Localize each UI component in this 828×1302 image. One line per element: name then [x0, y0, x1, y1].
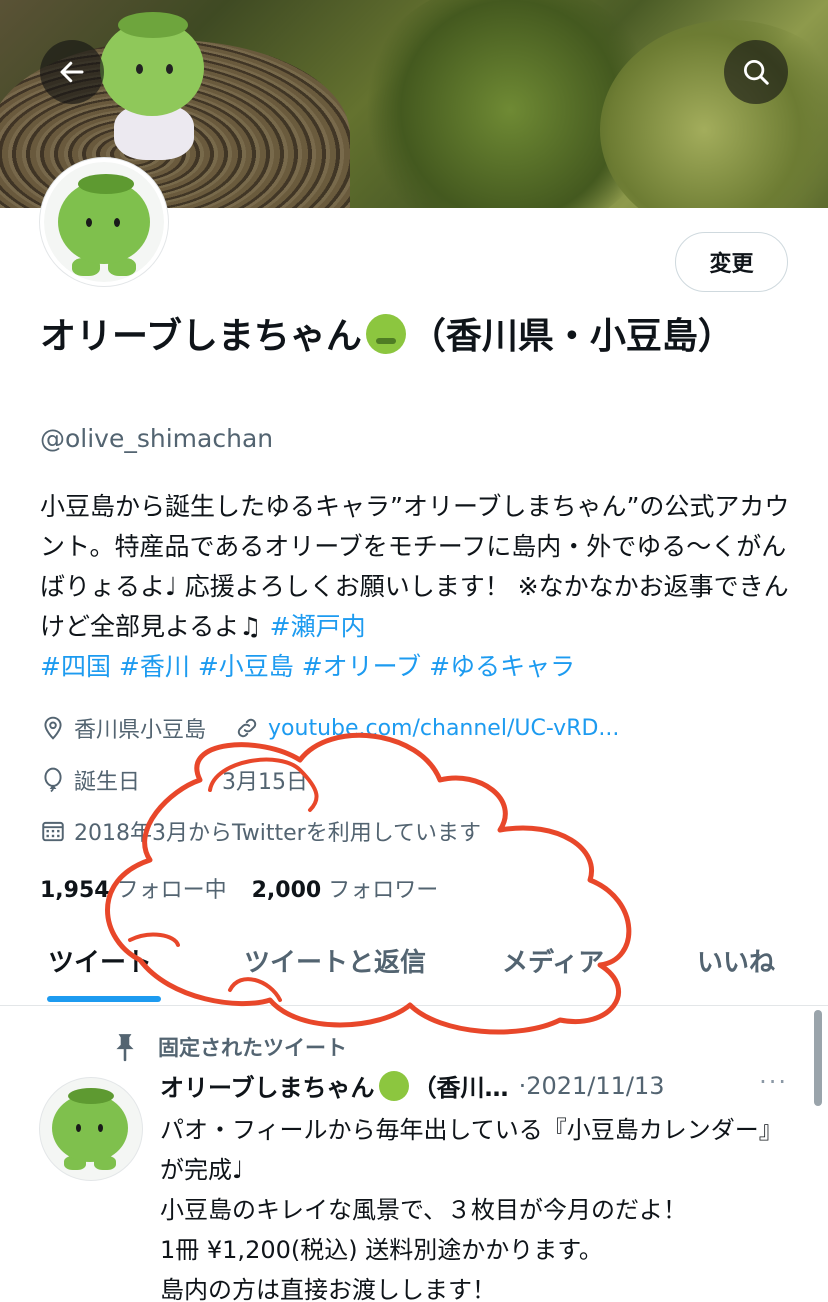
tweet-author-avatar[interactable] — [40, 1078, 142, 1180]
nauseated-face-emoji-icon — [365, 314, 406, 354]
profile-display-name: オリーブしまちゃん （香川県・小豆島） — [40, 312, 800, 362]
profile-bio: 小豆島から誕生したゆるキャラ”オリーブしまちゃん”の公式アカウント。特産品である… — [40, 487, 792, 687]
birthday-value: 3月15日 — [222, 770, 309, 795]
followers-count: 2,000 — [251, 878, 322, 903]
balloon-icon — [40, 767, 66, 793]
tab-media[interactable]: メディア — [502, 942, 604, 979]
tab-tweets[interactable]: ツイート — [48, 942, 152, 979]
mascot-avatar-image — [44, 162, 164, 282]
followers-link[interactable]: 2,000 フォロワー — [252, 878, 439, 903]
location-pin-icon — [40, 715, 66, 741]
tab-likes[interactable]: いいね — [697, 942, 775, 979]
following-link[interactable]: 1,954 フォロー中 — [40, 878, 227, 903]
hashtag-link[interactable]: #オリーブ — [302, 652, 421, 681]
tweet-author-name[interactable]: オリーブしまちゃん — [160, 1068, 375, 1103]
tweet-author-suffix[interactable]: （香川… — [413, 1068, 509, 1103]
more-options-icon[interactable]: ··· — [759, 1068, 788, 1096]
following-count: 1,954 — [40, 878, 110, 903]
link-icon — [234, 715, 260, 741]
profile-avatar[interactable] — [40, 158, 168, 286]
arrow-left-icon — [60, 61, 84, 83]
banner-mascot — [94, 12, 214, 162]
joined-date: 2018年3月からTwitterを利用しています — [74, 821, 482, 846]
display-name-suffix: （香川県・小豆島） — [409, 316, 734, 357]
display-name-text: オリーブしまちゃん — [40, 316, 362, 357]
follow-stats: 1,954 フォロー中 2,000 フォロワー — [40, 872, 438, 904]
search-icon — [744, 60, 769, 85]
nauseated-face-emoji-icon — [378, 1070, 409, 1101]
birthday-label: 誕生日 — [74, 770, 141, 795]
hashtag-link[interactable]: #香川 — [119, 652, 190, 681]
profile-url-link[interactable]: youtube.com/channel/UC-vRD... — [268, 716, 619, 741]
search-button[interactable] — [724, 40, 788, 104]
followers-label: フォロワー — [328, 878, 439, 903]
profile-meta-joined: 2018年3月からTwitterを利用しています — [40, 815, 481, 847]
pinned-label-text: 固定されたツイート — [158, 1036, 347, 1060]
tweet-text[interactable]: パオ・フィールから毎年出している『小豆島カレンダー』が完成♩ 小豆島のキレイな風… — [160, 1110, 800, 1302]
hashtag-link[interactable]: #ゆるキャラ — [429, 652, 575, 681]
back-button[interactable] — [40, 40, 104, 104]
pinned-tweet-label: 固定されたツイート — [112, 1032, 347, 1062]
profile-location: 香川県小豆島 — [74, 718, 207, 743]
edit-profile-button[interactable]: 変更 — [675, 232, 788, 292]
pin-icon — [116, 1034, 134, 1062]
tweet-header: オリーブしまちゃん （香川… ·2021/11/13 ··· — [160, 1068, 800, 1103]
calendar-icon — [40, 818, 66, 844]
hashtag-link[interactable]: #小豆島 — [198, 652, 294, 681]
profile-meta-location-url: 香川県小豆島 youtube.com/channel/UC-vRD... — [40, 712, 619, 744]
hashtag-link[interactable]: #四国 — [40, 652, 111, 681]
tweet-date[interactable]: ·2021/11/13 — [519, 1072, 665, 1100]
following-label: フォロー中 — [116, 878, 227, 903]
profile-handle: @olive_shimachan — [40, 424, 274, 453]
scrollbar[interactable] — [814, 1010, 822, 1106]
tab-tweets-and-replies[interactable]: ツイートと返信 — [244, 942, 426, 979]
profile-meta-birthday: 誕生日 3月15日 — [40, 764, 308, 796]
bio-text: 小豆島から誕生したゆるキャラ”オリーブしまちゃん”の公式アカウント。特産品である… — [40, 492, 790, 641]
profile-tabs: ツイート ツイートと返信 メディア いいね — [0, 930, 828, 1006]
hashtag-link[interactable]: #瀬戸内 — [270, 612, 366, 641]
active-tab-indicator — [47, 996, 161, 1002]
